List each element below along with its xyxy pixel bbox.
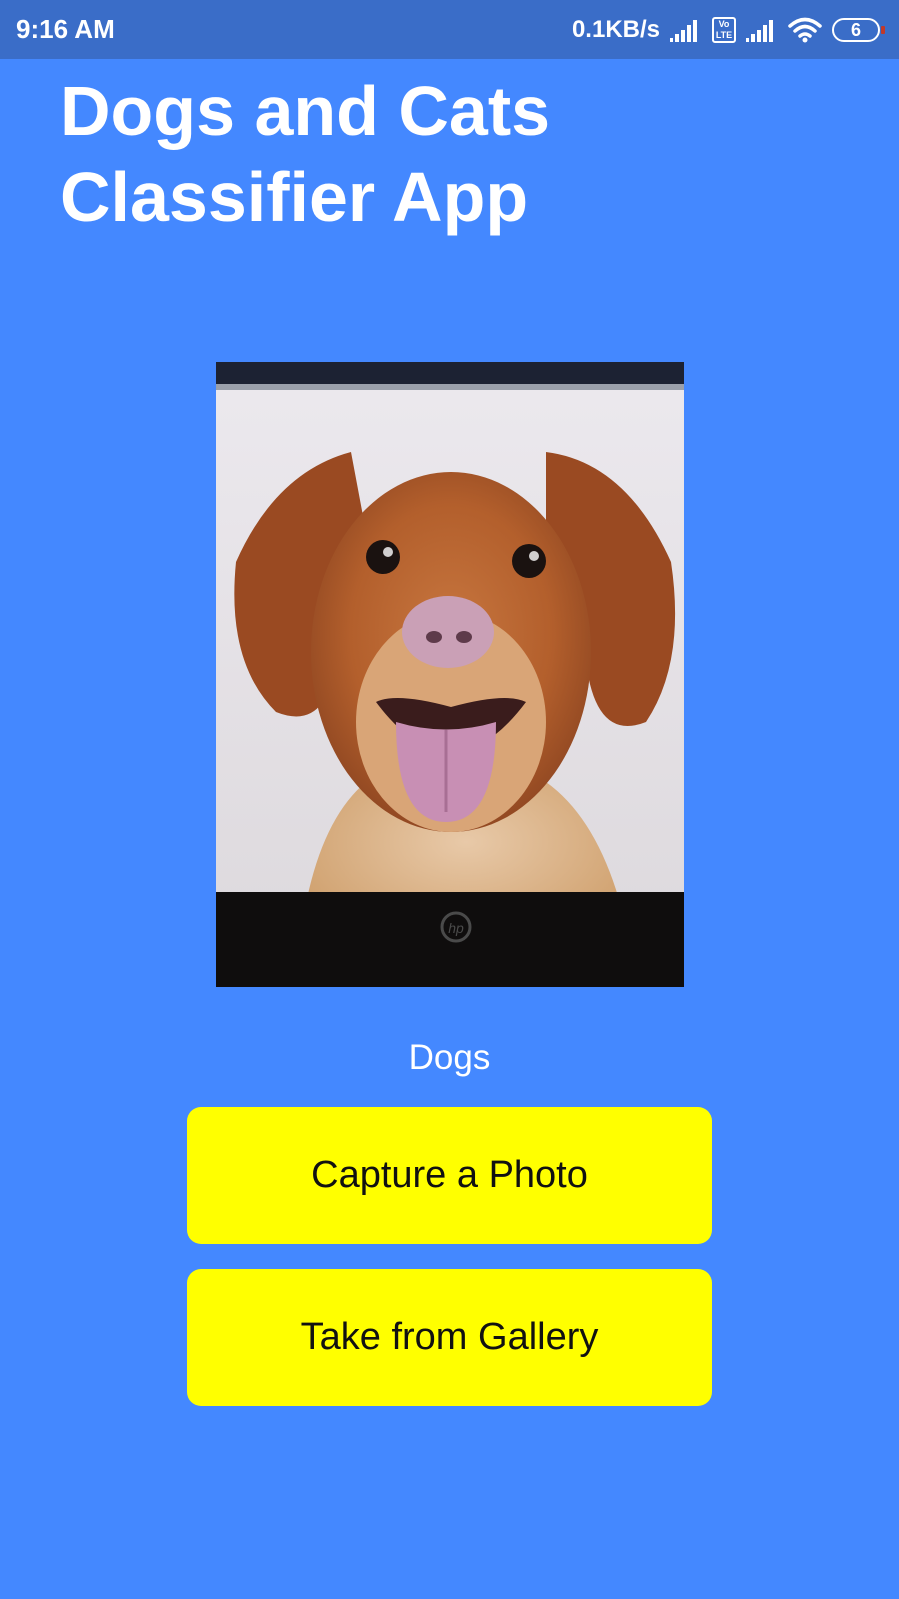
- battery-level: 6: [832, 17, 880, 42]
- signal-icon: [670, 18, 702, 42]
- status-bar: 9:16 AM 0.1KB/s Vo LTE 6: [0, 0, 899, 59]
- app-title: Dogs and Cats Classifier App: [60, 72, 551, 236]
- status-indicators: 0.1KB/s Vo LTE 6: [572, 16, 885, 44]
- signal-icon: [746, 18, 778, 42]
- battery-icon: 6: [832, 17, 885, 42]
- classification-result: Dogs: [408, 1038, 491, 1077]
- dog-photo: hp: [216, 362, 684, 987]
- status-time: 9:16 AM: [16, 14, 115, 44]
- take-from-gallery-button[interactable]: Take from Gallery: [187, 1269, 712, 1406]
- laptop-logo: hp: [448, 920, 464, 936]
- wifi-icon: [788, 17, 822, 43]
- battery-tip: [881, 25, 885, 34]
- volte-label-bottom: LTE: [715, 29, 733, 40]
- volte-label-top: Vo: [718, 18, 730, 29]
- volte-icon: Vo LTE: [712, 16, 736, 43]
- capture-photo-button[interactable]: Capture a Photo: [187, 1107, 712, 1244]
- network-speed: 0.1KB/s: [571, 15, 660, 43]
